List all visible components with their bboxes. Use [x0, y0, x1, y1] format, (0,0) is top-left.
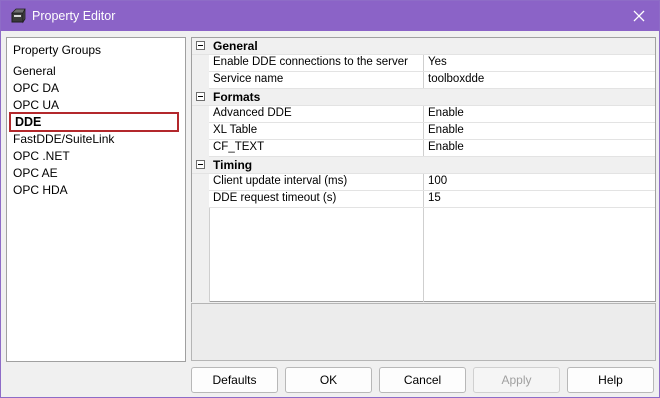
group-item-opc-da[interactable]: OPC DA — [13, 81, 59, 95]
property-value[interactable]: Yes — [428, 56, 447, 68]
category-timing[interactable]: Timing — [192, 157, 655, 174]
property-name: Advanced DDE — [213, 107, 292, 119]
property-groups-list[interactable]: Property Groups General OPC DA OPC UA DD… — [6, 37, 186, 362]
property-value[interactable]: 15 — [428, 192, 441, 204]
property-row[interactable]: CF_TEXT Enable — [192, 140, 655, 157]
category-general[interactable]: General — [192, 38, 655, 55]
category-formats[interactable]: Formats — [192, 89, 655, 106]
collapse-icon[interactable] — [196, 160, 205, 169]
ok-button[interactable]: OK — [285, 367, 372, 393]
description-panel — [191, 303, 656, 361]
property-row[interactable]: Enable DDE connections to the server Yes — [192, 55, 655, 72]
category-label: Timing — [213, 158, 253, 172]
property-name: Service name — [213, 73, 284, 85]
property-name: DDE request timeout (s) — [213, 192, 337, 204]
property-value[interactable]: toolboxdde — [428, 73, 484, 85]
defaults-button[interactable]: Defaults — [191, 367, 278, 393]
property-name: Client update interval (ms) — [213, 175, 348, 187]
collapse-icon[interactable] — [196, 41, 205, 50]
group-item-opc-hda[interactable]: OPC HDA — [13, 183, 68, 197]
property-row[interactable]: Service name toolboxdde — [192, 72, 655, 89]
property-value[interactable]: Enable — [428, 141, 464, 153]
category-label: Formats — [213, 90, 261, 104]
property-row[interactable]: Advanced DDE Enable — [192, 106, 655, 123]
group-item-opc-ua[interactable]: OPC UA — [13, 98, 59, 112]
property-name: CF_TEXT — [213, 141, 265, 153]
collapse-icon[interactable] — [196, 92, 205, 101]
property-row[interactable]: Client update interval (ms) 100 — [192, 174, 655, 191]
property-name: Enable DDE connections to the server — [213, 56, 408, 68]
grid-empty-divider — [209, 208, 210, 302]
close-button[interactable] — [623, 3, 655, 29]
property-value[interactable]: 100 — [428, 175, 447, 187]
app-icon — [11, 8, 26, 24]
apply-button[interactable]: Apply — [473, 367, 560, 393]
property-row[interactable]: DDE request timeout (s) 15 — [192, 191, 655, 208]
property-grid[interactable]: General Enable DDE connections to the se… — [191, 37, 656, 302]
group-item-fastdde-suitelink[interactable]: FastDDE/SuiteLink — [13, 132, 114, 146]
property-editor-window: Property Editor Property Groups General … — [0, 0, 660, 398]
cancel-button[interactable]: Cancel — [379, 367, 466, 393]
group-item-general[interactable]: General — [13, 64, 56, 78]
property-row[interactable]: XL Table Enable — [192, 123, 655, 140]
group-item-opc-ae[interactable]: OPC AE — [13, 166, 58, 180]
property-name: XL Table — [213, 124, 258, 136]
property-groups-header: Property Groups — [13, 43, 102, 57]
help-button[interactable]: Help — [567, 367, 654, 393]
close-icon — [633, 10, 645, 22]
group-item-dde[interactable]: DDE — [9, 112, 179, 132]
property-value[interactable]: Enable — [428, 107, 464, 119]
property-value[interactable]: Enable — [428, 124, 464, 136]
category-label: General — [213, 39, 258, 53]
window-title: Property Editor — [32, 9, 116, 23]
group-item-opc-net[interactable]: OPC .NET — [13, 149, 70, 163]
title-bar[interactable]: Property Editor — [1, 1, 659, 31]
